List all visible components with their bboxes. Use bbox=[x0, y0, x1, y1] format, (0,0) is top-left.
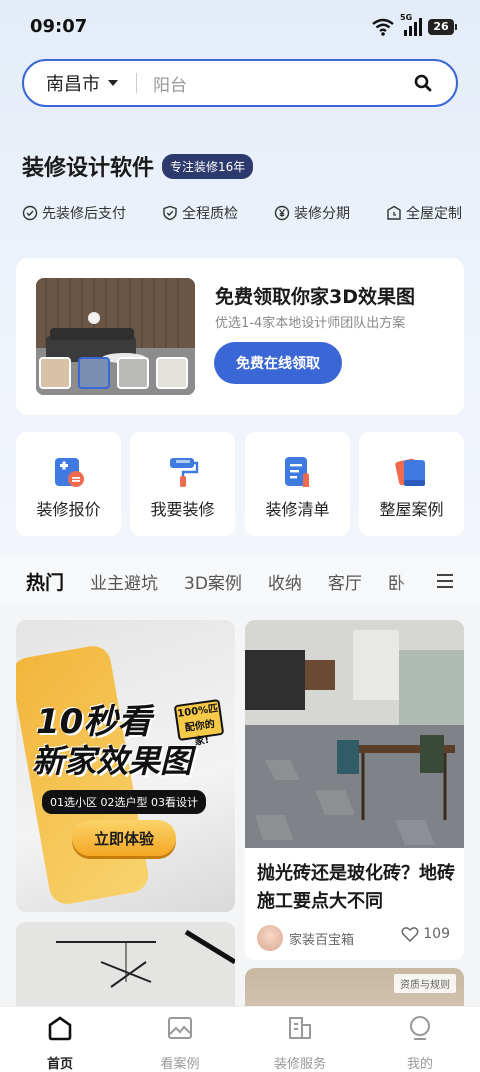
image-icon bbox=[168, 1017, 192, 1039]
quick-action-cases[interactable]: 整屋案例 bbox=[359, 432, 464, 536]
feed-card[interactable]: 资质与规则 bbox=[245, 968, 464, 1006]
try-now-button[interactable]: 立即体验 bbox=[72, 820, 176, 856]
quick-action-label: 我要装修 bbox=[150, 500, 215, 519]
ad-headline-2: 新家效果图 bbox=[32, 742, 193, 780]
nav-label: 我的 bbox=[406, 1057, 433, 1072]
status-icons: 5G 26 bbox=[372, 13, 457, 38]
city-label: 南昌市 bbox=[46, 74, 100, 95]
menu-icon[interactable] bbox=[436, 572, 454, 590]
tab-owner-pitfalls[interactable]: 业主避坑 bbox=[90, 569, 158, 594]
free-design-button[interactable]: 免费在线领取 bbox=[214, 342, 342, 384]
paint-roller-icon bbox=[170, 458, 199, 487]
tab-living-room[interactable]: 客厅 bbox=[328, 569, 362, 594]
feature-custom: 全屋定制 bbox=[386, 203, 462, 223]
promo-photo bbox=[36, 278, 195, 395]
nav-label: 首页 bbox=[46, 1057, 73, 1072]
status-bar: 09:07 5G 26 bbox=[0, 0, 480, 56]
city-selector[interactable]: 南昌市 bbox=[46, 70, 118, 96]
promo-subtitle: 优选1-4家本地设计师团队出方案 bbox=[215, 316, 406, 331]
feature-label: 全程质检 bbox=[182, 206, 238, 222]
content-feed: 10秒看 新家效果图 100%匹配你的家! 01选小区 02选户型 03看设计 … bbox=[0, 606, 480, 1006]
battery-icon: 26 bbox=[428, 19, 457, 35]
nav-cases[interactable]: 看案例 bbox=[140, 1015, 220, 1072]
tab-3d-cases[interactable]: 3D案例 bbox=[184, 569, 242, 594]
profile-icon bbox=[410, 1016, 430, 1040]
ad-card[interactable]: 10秒看 新家效果图 100%匹配你的家! 01选小区 02选户型 03看设计 … bbox=[16, 620, 235, 912]
rules-tag[interactable]: 资质与规则 bbox=[394, 974, 456, 993]
quick-action-label: 整屋案例 bbox=[379, 500, 444, 519]
feature-quality-check: 全程质检 bbox=[162, 203, 238, 223]
page-title: 装修设计软件 bbox=[22, 156, 155, 181]
feature-installment: 装修分期 bbox=[274, 203, 350, 223]
category-tabs: 热门 业主避坑 3D案例 收纳 客厅 卧 bbox=[0, 556, 480, 606]
like-button[interactable]: 109 bbox=[401, 926, 450, 942]
home-icon bbox=[48, 1016, 72, 1041]
article-image bbox=[245, 620, 464, 848]
brand-header: 装修设计软件 专注装修16年 bbox=[22, 150, 254, 182]
article-author: 家装百宝箱 bbox=[289, 933, 355, 948]
nav-services[interactable]: 装修服务 bbox=[260, 1015, 340, 1072]
search-icon[interactable] bbox=[410, 70, 436, 96]
clock-icon bbox=[387, 205, 401, 220]
search-divider bbox=[136, 73, 137, 93]
feature-list: 先装修后支付 全程质检 装修分期 全屋定制 bbox=[22, 203, 462, 223]
building-icon bbox=[289, 1017, 311, 1039]
status-time: 09:07 bbox=[30, 16, 88, 37]
article-card[interactable]: 抛光砖还是玻化砖？地砖施工要点大不同 家装百宝箱 109 bbox=[245, 620, 464, 960]
article-title: 抛光砖还是玻化砖？地砖施工要点大不同 bbox=[257, 863, 455, 912]
years-badge: 专注装修16年 bbox=[162, 153, 254, 179]
feature-pay-later: 先装修后支付 bbox=[22, 203, 126, 223]
yen-icon bbox=[274, 205, 290, 221]
promo-title: 免费领取你家3D效果图 bbox=[215, 286, 415, 308]
shield-check-icon bbox=[163, 205, 177, 221]
feed-card[interactable] bbox=[16, 922, 235, 1006]
search-bar[interactable]: 南昌市 阳台 bbox=[22, 59, 458, 107]
promo-card[interactable]: 免费领取你家3D效果图 优选1-4家本地设计师团队出方案 免费在线领取 bbox=[16, 258, 464, 415]
network-type: 5G bbox=[400, 13, 413, 22]
ad-stamp: 100%匹配你的家! bbox=[173, 698, 225, 748]
quick-action-quote[interactable]: 装修报价 bbox=[16, 432, 121, 536]
chevron-down-icon bbox=[108, 80, 118, 86]
cases-icon bbox=[395, 458, 425, 486]
ad-steps: 01选小区 02选户型 03看设计 bbox=[42, 790, 206, 814]
feature-label: 先装修后支付 bbox=[42, 206, 126, 222]
heart-icon bbox=[401, 927, 419, 942]
checklist-icon bbox=[285, 457, 309, 487]
calculator-icon bbox=[55, 458, 84, 487]
nav-profile[interactable]: 我的 bbox=[380, 1015, 460, 1072]
signal-icon: 5G bbox=[400, 13, 422, 36]
quick-action-label: 装修报价 bbox=[36, 500, 101, 519]
quick-action-renovate[interactable]: 我要装修 bbox=[130, 432, 235, 536]
bottom-nav: 首页 看案例 装修服务 我的 bbox=[0, 1006, 480, 1072]
quick-action-label: 装修清单 bbox=[265, 500, 330, 519]
tab-storage[interactable]: 收纳 bbox=[268, 569, 302, 594]
check-circle-icon bbox=[22, 205, 38, 221]
feature-label: 全屋定制 bbox=[406, 206, 462, 222]
avatar bbox=[257, 925, 283, 951]
nav-home[interactable]: 首页 bbox=[20, 1015, 100, 1072]
quick-action-checklist[interactable]: 装修清单 bbox=[245, 432, 350, 536]
like-count: 109 bbox=[423, 926, 450, 942]
tab-hot[interactable]: 热门 bbox=[26, 568, 64, 595]
wifi-icon bbox=[372, 18, 394, 36]
nav-label: 装修服务 bbox=[273, 1057, 326, 1072]
feature-label: 装修分期 bbox=[294, 206, 350, 222]
search-input[interactable]: 阳台 bbox=[153, 71, 410, 96]
nav-label: 看案例 bbox=[160, 1057, 200, 1072]
